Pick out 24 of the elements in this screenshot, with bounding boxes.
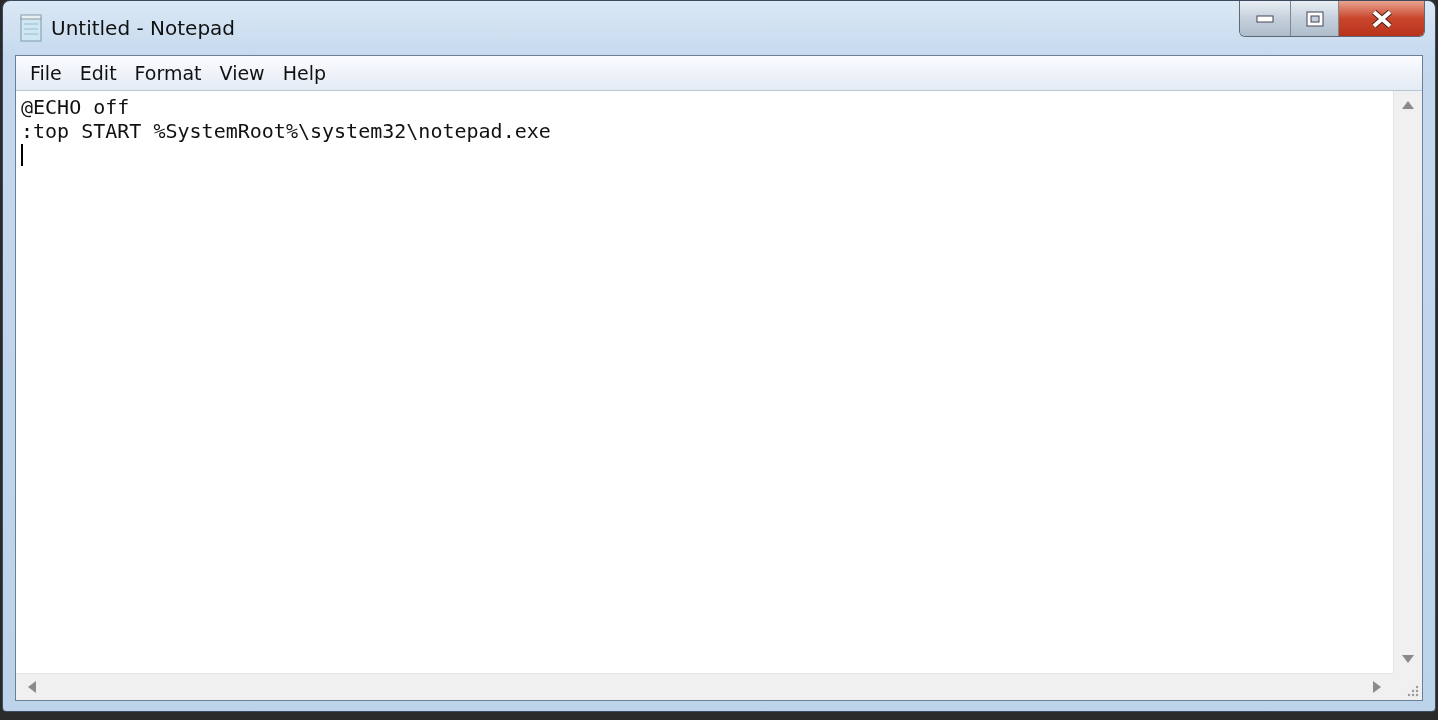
scroll-down-icon[interactable]: [1402, 655, 1414, 663]
window-title: Untitled - Notepad: [51, 16, 236, 40]
menu-item[interactable]: Format: [126, 60, 210, 86]
close-icon: [1370, 9, 1393, 28]
text-line: :top START %SystemRoot%\system32\notepad.exe: [21, 119, 552, 143]
minimize-icon: [1256, 14, 1274, 23]
menu-item[interactable]: Help: [274, 60, 334, 86]
menu-item[interactable]: File: [22, 60, 70, 86]
vertical-scrollbar[interactable]: [1393, 91, 1422, 673]
close-button[interactable]: [1338, 1, 1424, 36]
menu-item[interactable]: View: [211, 60, 273, 86]
text-editor[interactable]: @ECHO off :top START %SystemRoot%\system32\notepad.exe: [16, 91, 1393, 673]
notepad-icon: [19, 14, 43, 42]
scroll-left-icon[interactable]: [28, 681, 36, 693]
maximize-icon: [1305, 10, 1324, 27]
scroll-right-icon[interactable]: [1373, 681, 1381, 693]
scroll-up-icon[interactable]: [1402, 101, 1414, 109]
maximize-button[interactable]: [1290, 1, 1338, 36]
minimize-button[interactable]: [1240, 1, 1290, 36]
text-cursor: [21, 144, 23, 166]
horizontal-scrollbar[interactable]: [16, 673, 1393, 700]
resize-grip-icon[interactable]: [1407, 685, 1419, 697]
menu-item[interactable]: Edit: [71, 60, 125, 86]
text-line: @ECHO off: [21, 95, 131, 119]
